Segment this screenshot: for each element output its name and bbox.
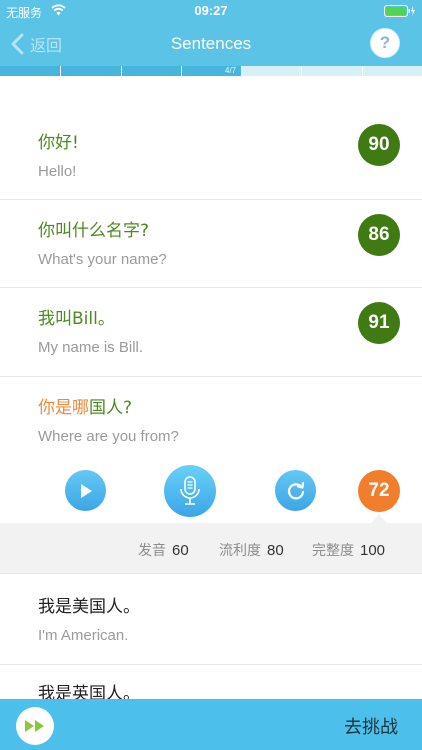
sentence-chinese: 我叫Bill。 bbox=[38, 309, 115, 329]
fast-forward-button[interactable] bbox=[16, 707, 54, 745]
bottom-bar: 去挑战 bbox=[0, 699, 422, 750]
score-badge: 86 bbox=[358, 214, 400, 256]
metric-label: 流利度 bbox=[219, 543, 261, 559]
sentence-item[interactable]: 你好! Hello! 90 bbox=[0, 76, 422, 200]
navigation-bar: 返回 Sentences ? bbox=[0, 22, 422, 66]
sentence-english: Where are you from? bbox=[38, 428, 179, 445]
metric-fluency: 流利度 80 bbox=[219, 540, 284, 560]
sentence-english: I'm American. bbox=[38, 627, 129, 644]
progress-segment-divider bbox=[60, 66, 61, 76]
header: 无服务 09:27 返回 Sentences ? 4/7 bbox=[0, 0, 422, 76]
help-button[interactable]: ? bbox=[370, 28, 400, 58]
metric-label: 发音 bbox=[138, 543, 166, 559]
details-pointer bbox=[371, 514, 387, 523]
score-badge: 90 bbox=[358, 124, 400, 166]
page-title: Sentences bbox=[170, 34, 252, 53]
retry-button[interactable] bbox=[275, 470, 316, 511]
help-icon: ? bbox=[379, 33, 391, 52]
metric-completeness: 完整度 100 bbox=[312, 540, 385, 560]
progress-bar: 4/7 bbox=[0, 66, 422, 76]
sentence-item[interactable]: 我是美国人。 I'm American. bbox=[0, 574, 422, 665]
metric-value: 60 bbox=[172, 542, 189, 559]
status-time: 09:27 bbox=[194, 3, 228, 18]
score-badge: 91 bbox=[358, 302, 400, 344]
progress-segment-divider bbox=[181, 66, 182, 76]
status-bar: 无服务 09:27 bbox=[0, 0, 422, 22]
progress-label: 4/7 bbox=[225, 66, 237, 75]
mispronounced-text: 你是哪 bbox=[38, 398, 89, 418]
progress-segment-divider bbox=[121, 66, 122, 76]
play-button[interactable] bbox=[65, 470, 106, 511]
sentence-chinese: 我是美国人。 bbox=[38, 597, 140, 617]
sentence-english: My name is Bill. bbox=[38, 339, 144, 356]
challenge-button[interactable]: 去挑战 bbox=[344, 713, 398, 739]
record-button[interactable] bbox=[164, 465, 216, 517]
microphone-icon bbox=[180, 476, 200, 505]
progress-segment-divider bbox=[362, 66, 363, 76]
metric-label: 完整度 bbox=[312, 543, 354, 559]
sentence-item[interactable]: 我是英国人。 bbox=[0, 665, 422, 704]
retry-icon bbox=[287, 481, 304, 499]
play-icon bbox=[80, 483, 92, 498]
fast-forward-icon bbox=[25, 720, 44, 732]
score-details: 发音 60 流利度 80 完整度 100 bbox=[0, 523, 422, 573]
progress-segment-divider bbox=[241, 66, 242, 76]
sentence-item[interactable]: 你叫什么名字? What's your name? 86 bbox=[0, 200, 422, 288]
progress-segment-divider bbox=[301, 66, 302, 76]
sentence-english: Hello! bbox=[38, 163, 77, 180]
sentence-item[interactable]: 我叫Bill。 My name is Bill. 91 bbox=[0, 288, 422, 377]
correct-text: 国人? bbox=[89, 398, 133, 418]
sentence-chinese: 你好! bbox=[38, 133, 79, 153]
current-score-badge[interactable]: 72 bbox=[358, 470, 400, 512]
metric-value: 80 bbox=[267, 542, 284, 559]
sentence-english: What's your name? bbox=[38, 251, 167, 268]
sentence-chinese: 你叫什么名字? bbox=[38, 221, 150, 241]
metric-value: 100 bbox=[360, 542, 386, 559]
battery-icon bbox=[384, 5, 415, 17]
metric-pronunciation: 发音 60 bbox=[138, 540, 189, 560]
sentence-chinese: 你是哪国人? bbox=[38, 393, 132, 418]
